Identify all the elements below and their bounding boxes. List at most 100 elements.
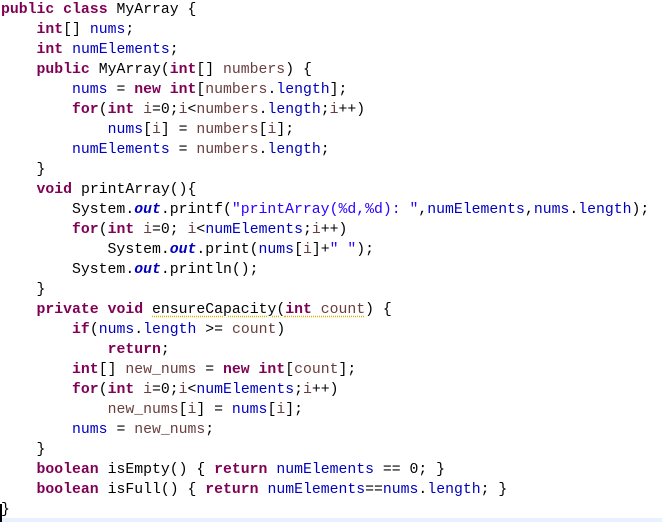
code-token: ensureCapacity(	[152, 302, 286, 318]
text-caret	[0, 504, 2, 522]
code-token: numbers	[196, 102, 259, 118]
code-line[interactable]: boolean isFull() { return numElements==n…	[1, 480, 649, 500]
code-token: ) {	[285, 62, 312, 78]
code-line[interactable]: nums[i] = numbers[i];	[1, 120, 649, 140]
code-line[interactable]: System.out.printf("printArray(%d,%d): ",…	[1, 200, 649, 220]
code-token: nums	[72, 422, 108, 438]
code-token: i	[311, 222, 321, 238]
code-line[interactable]: boolean isEmpty() { return numElements =…	[1, 460, 649, 480]
code-token: ;	[169, 42, 179, 58]
code-line[interactable]: if(nums.length >= count)	[1, 320, 649, 340]
code-line[interactable]: int[] nums;	[1, 20, 649, 40]
code-line[interactable]: }	[1, 160, 649, 180]
code-token: =0;	[152, 102, 179, 118]
code-token: int	[169, 82, 197, 98]
code-token: nums	[533, 202, 570, 218]
code-token: MyArray(	[89, 62, 170, 78]
code-line[interactable]: }	[1, 280, 649, 300]
code-token: i	[303, 382, 312, 398]
code-token: nums	[98, 322, 135, 338]
code-token: =0;	[152, 222, 188, 238]
code-token: boolean	[36, 482, 99, 498]
code-token: System.	[1, 242, 170, 258]
code-token: ] =	[196, 402, 232, 418]
code-token: .	[418, 482, 428, 498]
code-line[interactable]: for(int i=0;i<numbers.length;i++)	[1, 100, 649, 120]
code-token: new_nums	[125, 362, 197, 378]
code-line[interactable]: for(int i=0; i<numElements;i++)	[1, 220, 649, 240]
code-token: [	[143, 122, 152, 138]
code-token: )	[276, 322, 286, 338]
code-token: public	[36, 62, 90, 78]
code-token: ++)	[338, 102, 366, 118]
code-token: ];	[338, 362, 357, 378]
code-token: i	[329, 102, 339, 118]
code-line[interactable]: for(int i=0;i<numElements;i++)	[1, 380, 649, 400]
code-token: nums	[89, 22, 126, 38]
code-token: numbers	[196, 122, 259, 138]
code-token: int	[107, 222, 135, 238]
code-token: return	[205, 482, 259, 498]
code-token: count	[311, 302, 366, 318]
code-token: []	[98, 362, 126, 378]
code-token: ;	[125, 22, 135, 38]
code-token: (	[98, 102, 108, 118]
code-token: count	[294, 362, 339, 378]
code-token: int	[169, 62, 197, 78]
code-token: for	[72, 382, 99, 398]
code-line[interactable]: System.out.println();	[1, 260, 649, 280]
code-token: );	[356, 242, 375, 258]
code-token: out	[134, 202, 161, 218]
code-token: =0;	[152, 382, 179, 398]
code-line[interactable]: nums = new_nums;	[1, 420, 649, 440]
code-line[interactable]: int[] new_nums = new int[count];	[1, 360, 649, 380]
code-token: (	[98, 222, 108, 238]
code-token: .	[569, 202, 579, 218]
code-editor[interactable]: public class MyArray { int[] nums; int n…	[1, 0, 649, 520]
code-token: System.	[1, 262, 135, 278]
code-token: ,	[524, 202, 534, 218]
code-line[interactable]: }	[1, 500, 649, 520]
code-token: numElements	[267, 482, 366, 498]
code-token: isFull() {	[98, 482, 206, 498]
code-line[interactable]: public MyArray(int[] numbers) {	[1, 60, 649, 80]
code-token: ,	[418, 202, 428, 218]
code-line[interactable]: public class MyArray {	[1, 0, 649, 20]
code-line[interactable]: void printArray(){	[1, 180, 649, 200]
code-token: int	[258, 362, 286, 378]
code-token: .println();	[160, 262, 259, 278]
code-line[interactable]: numElements = numbers.length;	[1, 140, 649, 160]
code-token: .	[134, 322, 144, 338]
code-token: isEmpty() {	[98, 462, 215, 478]
code-token: (	[89, 322, 99, 338]
code-token: ++)	[320, 222, 348, 238]
code-line[interactable]: System.out.print(nums[i]+" ");	[1, 240, 649, 260]
code-token: int	[285, 302, 312, 318]
code-line[interactable]: int numElements;	[1, 40, 649, 60]
code-line[interactable]: new_nums[i] = nums[i];	[1, 400, 649, 420]
code-line[interactable]: nums = new int[numbers.length];	[1, 80, 649, 100]
code-line[interactable]: }	[1, 440, 649, 460]
code-line[interactable]: private void ensureCapacity(int count) {	[1, 300, 649, 320]
code-token: new_nums	[107, 402, 179, 418]
code-token: i	[276, 402, 286, 418]
code-token: new	[134, 82, 161, 98]
code-token: ) {	[365, 302, 392, 318]
code-token: ;	[294, 382, 303, 398]
code-line[interactable]: return;	[1, 340, 649, 360]
code-token: i	[143, 102, 152, 118]
code-token: i	[143, 382, 152, 398]
code-token: );	[631, 202, 650, 218]
code-token: length	[267, 142, 321, 158]
code-token: [	[267, 402, 277, 418]
